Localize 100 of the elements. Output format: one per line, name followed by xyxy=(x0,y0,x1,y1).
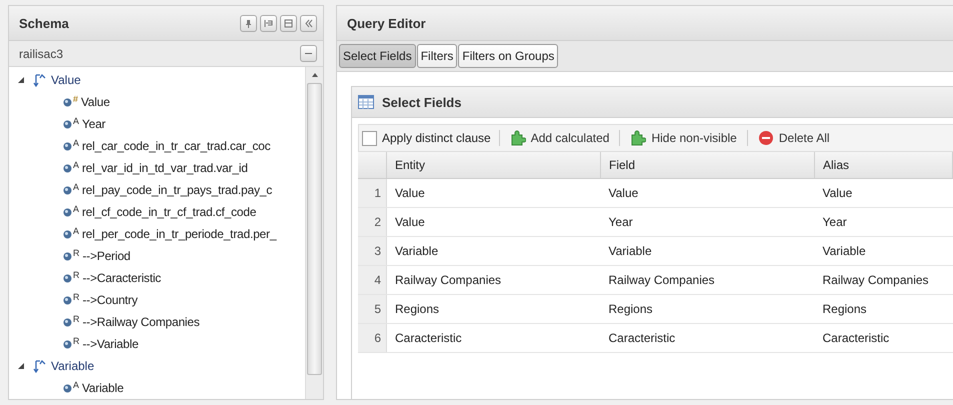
field-label: -->Railway Companies xyxy=(82,315,200,329)
tree-item[interactable]: R -->Railway Companies xyxy=(9,311,305,333)
tree-item-icon xyxy=(63,186,72,194)
tree-item-icon xyxy=(63,230,72,238)
window-icon xyxy=(284,18,293,28)
tree-item-icon xyxy=(63,274,72,282)
field-label: -->Variable xyxy=(82,337,138,351)
tree-item[interactable]: R -->Caracteristic xyxy=(9,267,305,289)
type-marker: # xyxy=(73,94,78,104)
row-number: 1 xyxy=(358,178,386,208)
type-marker: R xyxy=(73,314,80,324)
tree-item[interactable]: A Year xyxy=(9,113,305,135)
tab[interactable]: Select Fields xyxy=(339,44,416,68)
table-cell: Railway Companies xyxy=(814,266,952,294)
type-marker: A xyxy=(73,204,80,214)
expand-triangle-icon[interactable] xyxy=(17,362,25,370)
panel-title: Schema xyxy=(19,16,69,30)
window-button[interactable] xyxy=(280,14,297,32)
tree-item-icon xyxy=(63,98,72,106)
tree-item-icon xyxy=(63,318,72,326)
table-cell: Caracteristic xyxy=(600,324,814,352)
tab[interactable]: Filters on Groups xyxy=(458,44,558,68)
delete-button[interactable]: Delete All xyxy=(756,130,832,146)
distinct-checkbox[interactable]: Apply distinct clause xyxy=(362,130,491,146)
column-header[interactable]: Alias xyxy=(814,152,952,178)
type-marker: A xyxy=(73,160,80,170)
tree-item[interactable]: A rel_car_code_in_tr_car_trad.car_coc xyxy=(9,135,305,157)
tree-item-icon xyxy=(63,142,72,150)
table-cell: Regions xyxy=(600,294,814,324)
pin-button[interactable] xyxy=(240,14,257,32)
card-title: Select Fields xyxy=(382,94,462,110)
puzzle-icon xyxy=(630,130,646,146)
type-marker: R xyxy=(73,292,80,302)
row-number: 6 xyxy=(358,324,386,352)
table-cell: Regions xyxy=(814,294,952,324)
table-cell: Value xyxy=(814,178,952,208)
tree-item[interactable]: A rel_cf_code_in_tr_cf_trad.cf_code xyxy=(9,201,305,223)
tree-item-icon xyxy=(63,252,72,260)
tree-item[interactable]: A rel_pay_code_in_tr_pays_trad.pay_c xyxy=(9,179,305,201)
up-arrow-icon[interactable] xyxy=(310,71,318,79)
field-label: Value xyxy=(81,95,110,109)
table-cell: Variable xyxy=(814,236,952,266)
field-label: -->Country xyxy=(82,293,138,307)
collapse-button[interactable] xyxy=(300,14,317,32)
type-marker: R xyxy=(73,248,80,258)
pin-icon xyxy=(244,18,253,28)
table-cell: Value xyxy=(386,178,600,208)
field-label: rel_var_id_in_td_var_trad.var_id xyxy=(82,161,248,175)
table-cell: Year xyxy=(600,208,814,236)
checkbox-label: Apply distinct clause xyxy=(382,131,491,145)
field-label: rel_pay_code_in_tr_pays_trad.pay_c xyxy=(82,183,272,197)
minimize-button[interactable] xyxy=(300,45,317,62)
table-cell: Variable xyxy=(600,236,814,266)
tree-item[interactable]: A rel_var_id_in_td_var_trad.var_id xyxy=(9,157,305,179)
table-cell: Caracteristic xyxy=(814,324,952,352)
tree-item-icon xyxy=(63,384,72,392)
tree-item[interactable]: # Value xyxy=(9,91,305,113)
field-label: -->Period xyxy=(82,249,130,263)
type-marker: R xyxy=(73,270,80,280)
row-number: 2 xyxy=(358,208,386,236)
entity-label: Variable xyxy=(51,359,94,373)
add-button[interactable]: Add calculated xyxy=(508,130,612,146)
panel-title: Query Editor xyxy=(347,16,426,30)
type-marker: A xyxy=(73,138,80,148)
type-marker: A xyxy=(73,380,80,390)
table-cell: Railway Companies xyxy=(386,266,600,294)
type-marker: R xyxy=(73,336,80,346)
table-cell: Variable xyxy=(386,236,600,266)
row-number: 3 xyxy=(358,236,386,266)
tree-item[interactable]: R -->Period xyxy=(9,245,305,267)
type-marker: A xyxy=(73,182,80,192)
column-header[interactable]: Entity xyxy=(386,152,600,178)
tab[interactable]: Filters xyxy=(416,44,458,68)
field-label: Variable xyxy=(82,381,124,395)
type-marker: A xyxy=(73,116,80,126)
tree-item[interactable]: A Variable xyxy=(9,377,305,399)
tree-item[interactable]: R -->Variable xyxy=(9,333,305,355)
row-number: 5 xyxy=(358,294,386,324)
table-cell: Value xyxy=(386,208,600,236)
column-header[interactable]: Field xyxy=(600,152,814,178)
tree-item[interactable]: R -->Country xyxy=(9,289,305,311)
tree-node[interactable]: Variable xyxy=(9,355,305,377)
field-label: rel_cf_code_in_tr_cf_trad.cf_code xyxy=(82,205,256,219)
table-cell: Value xyxy=(600,178,814,208)
table-cell: Railway Companies xyxy=(600,266,814,294)
checkbox[interactable] xyxy=(362,130,377,146)
hide-button[interactable]: Hide non-visible xyxy=(628,130,739,146)
tree-item-icon xyxy=(63,340,72,348)
tree-node[interactable]: Value xyxy=(9,69,305,91)
dock-icon xyxy=(264,18,273,28)
database-name: railisac3 xyxy=(19,46,64,60)
expand-triangle-icon[interactable] xyxy=(17,76,25,84)
tree-item-icon xyxy=(63,296,72,304)
entity-label: Value xyxy=(51,73,81,87)
field-label: Year xyxy=(82,117,106,131)
scrollbar[interactable] xyxy=(305,67,323,399)
dock-button[interactable] xyxy=(260,14,277,32)
field-label: rel_car_code_in_tr_car_trad.car_coc xyxy=(82,139,270,153)
minus-circle-icon xyxy=(758,130,774,146)
tree-item[interactable]: A rel_per_code_in_tr_periode_trad.per_ xyxy=(9,223,305,245)
